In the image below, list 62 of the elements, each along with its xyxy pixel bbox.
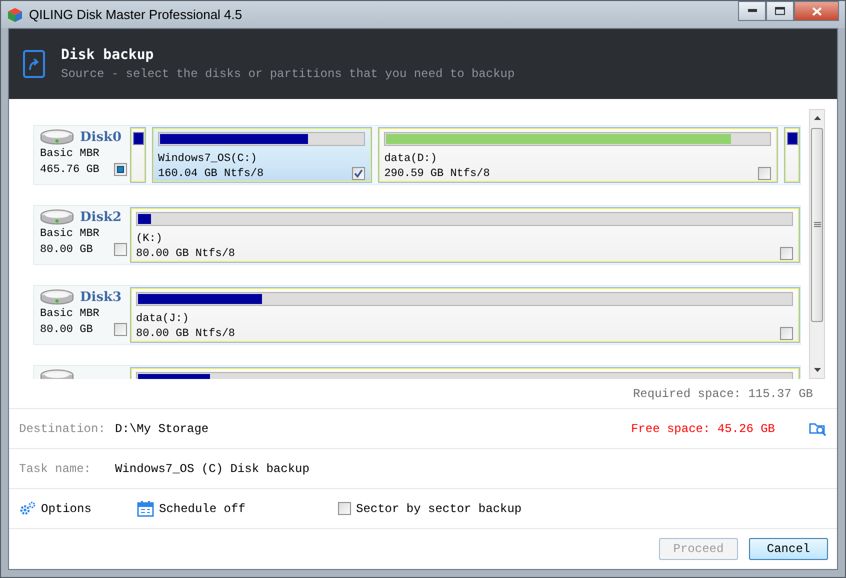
disk-size: 80.00 GB xyxy=(40,324,93,336)
calendar-icon xyxy=(137,500,154,517)
disk-name: Disk3 xyxy=(80,290,122,304)
task-name-label: Task name: xyxy=(19,462,92,476)
scroll-up-icon[interactable] xyxy=(814,116,820,120)
partition-label: (K:) xyxy=(136,233,164,245)
destination-label: Destination: xyxy=(19,422,106,436)
close-icon xyxy=(812,6,822,16)
close-button[interactable] xyxy=(794,1,839,21)
options-link[interactable]: Options xyxy=(19,501,137,516)
required-space: Required space: 115.37 GB xyxy=(632,386,813,400)
disk-name: Disk0 xyxy=(80,130,122,144)
hard-drive-icon xyxy=(40,289,74,305)
hard-drive-icon xyxy=(40,209,74,225)
app-cube-icon xyxy=(7,6,23,22)
partition-box[interactable]: data(D:) 290.59 GB Ntfs/8 xyxy=(378,127,778,183)
disk-type: Basic MBR xyxy=(40,308,100,320)
maximize-button[interactable] xyxy=(766,1,794,21)
gear-icon xyxy=(19,501,36,516)
disk-checkbox[interactable] xyxy=(114,323,127,336)
disk-name: Disk2 xyxy=(80,210,122,224)
disk-checkbox[interactable] xyxy=(114,243,127,256)
disk-type: Basic MBR xyxy=(40,148,100,160)
partition-box[interactable]: Windows7_OS(C:) 160.04 GB Ntfs/8 xyxy=(152,127,372,183)
disk-size: 80.00 GB xyxy=(40,244,93,256)
hard-drive-icon xyxy=(40,129,74,145)
partition-checkbox[interactable] xyxy=(780,247,793,260)
partition-box[interactable] xyxy=(130,127,146,183)
partition-label: data(J:) xyxy=(136,313,190,325)
minimize-icon xyxy=(748,9,756,13)
task-name-field[interactable]: Windows7_OS (C) Disk backup xyxy=(115,462,415,476)
partition-checkbox[interactable] xyxy=(758,167,771,180)
partition-label: Windows7_OS(C:) xyxy=(158,153,258,165)
partition-size: 80.00 GB Ntfs/8 xyxy=(136,328,236,340)
sector-checkbox[interactable] xyxy=(338,502,351,515)
schedule-link[interactable]: Schedule off xyxy=(137,500,338,517)
destination-path: D:\My Storage xyxy=(115,422,209,436)
partition-label: data(D:) xyxy=(384,153,438,165)
partition-size: 290.59 GB Ntfs/8 xyxy=(384,168,490,180)
window-title: QILING Disk Master Professional 4.5 xyxy=(29,7,244,22)
page-subtitle: Source - select the disks or partitions that you need to backup xyxy=(61,67,515,81)
partition-checkbox[interactable] xyxy=(780,327,793,340)
page-title: Disk backup xyxy=(61,47,155,63)
partition-box[interactable]: data(J:) 80.00 GB Ntfs/8 xyxy=(130,287,800,343)
disk-type: Basic MBR xyxy=(40,228,100,240)
partition-checkbox[interactable] xyxy=(352,167,366,180)
maximize-icon xyxy=(775,7,785,15)
disk-checkbox[interactable] xyxy=(114,163,127,176)
free-space: Free space: 45.26 GB xyxy=(630,422,775,436)
partition-size: 160.04 GB Ntfs/8 xyxy=(158,168,264,180)
partition-box[interactable]: (K:) 80.00 GB Ntfs/8 xyxy=(130,207,800,263)
cancel-button[interactable]: Cancel xyxy=(749,538,828,560)
scrollbar-thumb[interactable] xyxy=(811,128,823,322)
scroll-down-icon[interactable] xyxy=(814,368,820,372)
sector-backup-label: Sector by sector backup xyxy=(356,502,522,516)
partition-size: 80.00 GB Ntfs/8 xyxy=(136,248,236,260)
partition-box[interactable] xyxy=(784,127,800,183)
minimize-button[interactable] xyxy=(738,1,766,21)
backup-icon xyxy=(23,50,45,78)
disk-size: 465.76 GB xyxy=(40,164,100,176)
browse-folder-icon[interactable] xyxy=(809,420,827,436)
scrollbar[interactable] xyxy=(809,109,825,379)
